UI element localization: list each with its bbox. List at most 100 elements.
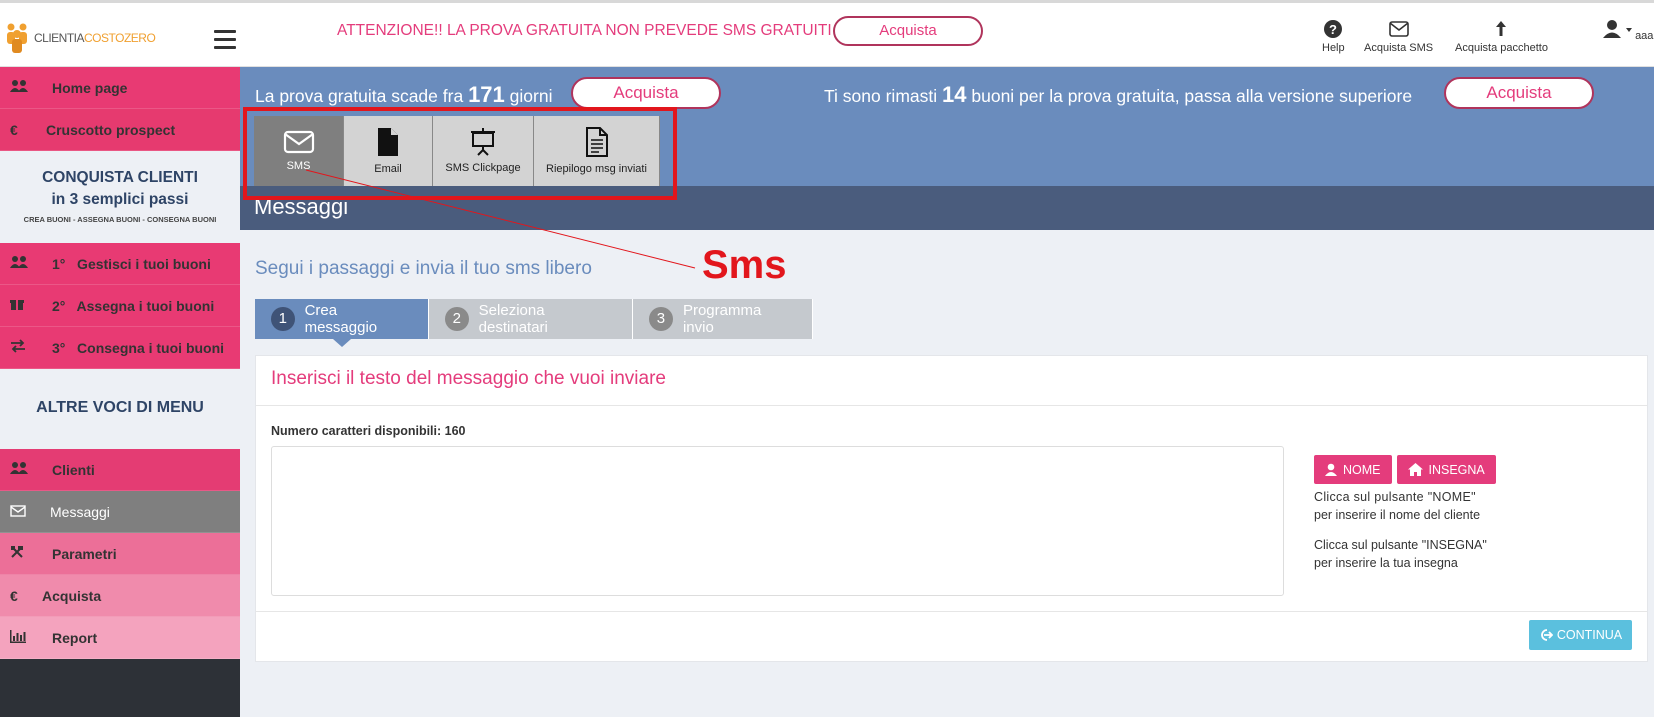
insert-name-button[interactable]: NOME <box>1314 455 1392 484</box>
step-label: Crea messaggio <box>304 302 378 336</box>
sidebar-item-label: Messaggi <box>50 503 110 520</box>
exchange-icon <box>10 339 32 356</box>
user-icon <box>1603 20 1632 38</box>
top-bar: CLIENTIACOSTOZERO ATTENZIONE!! LA PROVA … <box>0 0 1654 67</box>
annotation-highlight-box <box>243 107 677 200</box>
step-label: Seleziona destinatari <box>478 302 548 336</box>
bar-chart-icon <box>10 629 32 646</box>
trial-days: 171 <box>468 82 505 107</box>
user-icon <box>1325 463 1337 476</box>
sidebar-item-label: Parametri <box>52 545 117 562</box>
sidebar-item-home[interactable]: Home page <box>0 67 240 109</box>
user-menu[interactable]: aaa <box>1598 19 1653 42</box>
step-number: 1 <box>271 307 295 331</box>
step-crea-messaggio[interactable]: 1 Crea messaggio <box>255 299 429 347</box>
help-label: Help <box>1322 42 1345 54</box>
sidebar-item-clienti[interactable]: Clienti <box>0 449 240 491</box>
alert-buy-button[interactable]: Acquista <box>833 16 983 46</box>
free-trial-alert: ATTENZIONE!! LA PROVA GRATUITA NON PREVE… <box>337 22 832 39</box>
page-subtitle: Segui i passaggi e invia il tuo sms libe… <box>255 258 592 279</box>
trial-buy-button[interactable]: Acquista <box>571 77 721 109</box>
insert-sign-label: INSEGNA <box>1428 462 1485 477</box>
euro-icon: € <box>10 121 18 138</box>
panel-title: Inserisci il testo del messaggio che vuo… <box>256 356 1647 406</box>
logo-text-b: COSTO <box>84 31 124 45</box>
hint-insegna: Clicca sul pulsante "INSEGNA" per inseri… <box>1314 536 1494 572</box>
users-icon <box>10 255 32 272</box>
insert-name-label: NOME <box>1343 462 1381 477</box>
char-count-label: Numero caratteri disponibili: 160 <box>271 424 466 438</box>
trial-suffix: giorni <box>509 86 553 106</box>
step-number: 3 <box>649 307 673 331</box>
sidebar-item-label: 3° Consegna i tuoi buoni <box>52 339 225 356</box>
sidebar-item-label: 1° Gestisci i tuoi buoni <box>52 255 211 272</box>
sidebar-item-label: Report <box>52 629 98 646</box>
logo[interactable]: CLIENTIACOSTOZERO <box>4 21 156 55</box>
trial-expiry-text: La prova gratuita scade fra 171 giorni <box>255 82 552 108</box>
hint-insegna-line1: Clicca sul pulsante "INSEGNA" <box>1314 538 1487 552</box>
voucher-buy-button[interactable]: Acquista <box>1444 77 1594 109</box>
euro-icon: € <box>10 587 18 604</box>
logo-icon <box>7 23 27 53</box>
step-seleziona-destinatari[interactable]: 2 Seleziona destinatari <box>429 299 633 339</box>
sidebar-item-gestisci[interactable]: 1° Gestisci i tuoi buoni <box>0 243 240 285</box>
continue-label: CONTINUA <box>1556 628 1623 642</box>
sidebar: Home page € Cruscotto prospect CONQUISTA… <box>0 67 240 717</box>
user-name: aaa <box>1635 30 1654 42</box>
other-menu-heading: ALTRE VOCI DI MENU <box>0 369 240 449</box>
panel-footer <box>256 611 1647 662</box>
users-icon <box>10 79 32 96</box>
voucher-count: 14 <box>942 82 967 107</box>
buy-package-button[interactable]: Acquista pacchetto <box>1455 19 1548 54</box>
sidebar-item-label: Clienti <box>52 461 95 478</box>
svg-text:?: ? <box>1329 22 1337 37</box>
trial-prefix: La prova gratuita scade fra <box>255 86 464 106</box>
step-programma-invio[interactable]: 3 Programma invio <box>633 299 813 339</box>
conquista-block: CONQUISTA CLIENTI in 3 semplici passi CR… <box>0 151 240 243</box>
sidebar-item-label: Cruscotto prospect <box>46 121 176 138</box>
users-icon <box>10 461 32 478</box>
envelope-icon <box>10 504 32 520</box>
sidebar-item-label: Acquista <box>42 587 102 604</box>
insert-buttons: NOME INSEGNA <box>1314 455 1496 484</box>
annotation-label: Sms <box>702 243 787 287</box>
conquista-caption: CREA BUONI - ASSEGNA BUONI - CONSEGNA BU… <box>23 215 217 224</box>
logo-text-c: ZERO <box>123 31 156 45</box>
sidebar-item-messaggi[interactable]: Messaggi <box>0 491 240 533</box>
sidebar-item-parametri[interactable]: Parametri <box>0 533 240 575</box>
wizard-steps: 1 Crea messaggio 2 Seleziona destinatari… <box>255 299 813 347</box>
envelope-icon <box>1388 21 1409 37</box>
sidebar-item-report[interactable]: Report <box>0 617 240 659</box>
conquista-subtitle: in 3 semplici passi <box>51 191 189 208</box>
conquista-title: CONQUISTA CLIENTI <box>42 169 198 186</box>
message-textarea[interactable] <box>271 446 1284 596</box>
insert-sign-button[interactable]: INSEGNA <box>1396 455 1496 484</box>
sign-in-icon <box>1541 629 1553 641</box>
message-panel: Inserisci il testo del messaggio che vuo… <box>255 355 1648 662</box>
sidebar-item-label: 2° Assegna i tuoi buoni <box>52 297 215 314</box>
voucher-remaining-text: Ti sono rimasti 14 buoni per la prova gr… <box>824 82 1412 108</box>
tools-icon <box>10 545 32 562</box>
menu-toggle-icon[interactable] <box>214 30 236 54</box>
arrow-up-icon <box>1496 21 1507 36</box>
home-icon <box>1407 463 1423 476</box>
sidebar-item-consegna[interactable]: 3° Consegna i tuoi buoni <box>0 327 240 369</box>
hint-nome-line2: per inserire il nome del cliente <box>1314 508 1481 522</box>
buy-package-label: Acquista pacchetto <box>1455 42 1548 54</box>
help-icon: ? <box>1324 20 1343 38</box>
step-label: Programma invio <box>682 302 762 336</box>
gift-icon <box>10 297 32 314</box>
help-button[interactable]: ? Help <box>1322 19 1345 54</box>
step-number: 2 <box>445 307 469 331</box>
voucher-suffix: buoni per la prova gratuita, passa alla … <box>971 86 1413 106</box>
buy-sms-button[interactable]: Acquista SMS <box>1364 19 1433 54</box>
logo-text-a: CLIENTIA <box>34 31 85 45</box>
voucher-prefix: Ti sono rimasti <box>824 86 938 106</box>
sidebar-item-assegna[interactable]: 2° Assegna i tuoi buoni <box>0 285 240 327</box>
hint-nome-line1: Clicca sul pulsante "NOME" <box>1314 490 1476 504</box>
hint-nome: Clicca sul pulsante "NOME" per inserire … <box>1314 488 1494 524</box>
sidebar-item-acquista[interactable]: € Acquista <box>0 575 240 617</box>
buy-sms-label: Acquista SMS <box>1364 42 1434 54</box>
continue-button[interactable]: CONTINUA <box>1529 620 1632 650</box>
sidebar-item-cruscotto[interactable]: € Cruscotto prospect <box>0 109 240 151</box>
